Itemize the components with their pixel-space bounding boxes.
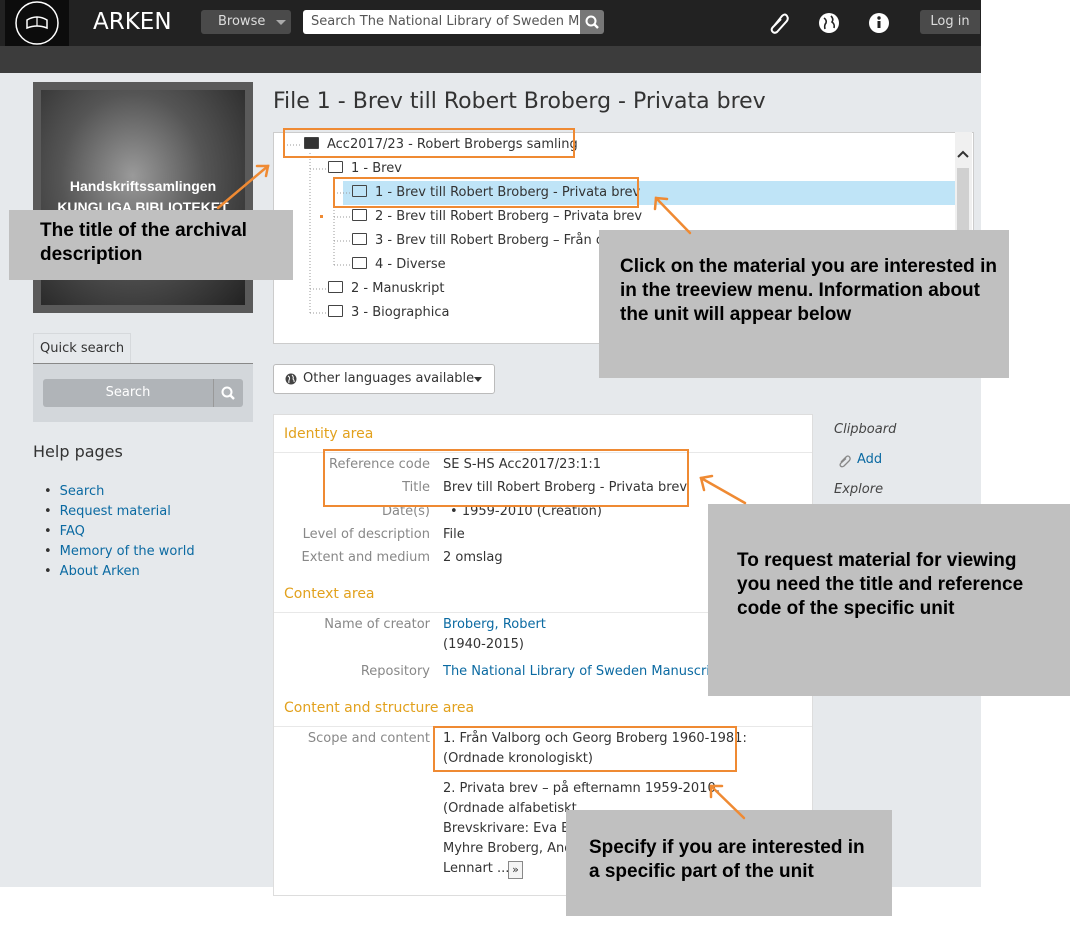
kb-logo-icon[interactable] — [5, 0, 69, 46]
highlight-box-selected — [333, 177, 639, 208]
folder-icon — [352, 257, 367, 269]
help-link-about[interactable]: About Arken — [60, 564, 140, 579]
page-title: File 1 - Brev till Robert Broberg - Priv… — [273, 89, 766, 114]
tree-item-manuskript[interactable]: 2 - Manuskript — [328, 278, 445, 300]
portrait-title-1: Handskriftssamlingen — [69, 178, 217, 194]
highlight-box-scope — [433, 726, 737, 772]
repository-label: Repository — [360, 664, 430, 679]
login-button[interactable]: Log in — [920, 10, 980, 34]
scope-line: (Ordnade alfabetiskt — [443, 801, 577, 816]
highlight-box-identity — [323, 449, 689, 507]
help-item: Search — [44, 482, 195, 502]
folder-icon — [352, 233, 367, 245]
extent-value: 2 omslag — [443, 550, 503, 565]
search-icon — [221, 386, 235, 400]
help-link-faq[interactable]: FAQ — [60, 524, 85, 539]
browse-button[interactable]: Browse — [201, 10, 291, 34]
creator-dates: (1940-2015) — [443, 637, 525, 652]
tree-item-label: 2 - Brev till Robert Broberg – Privata b… — [375, 209, 643, 224]
clipboard-heading: Clipboard — [834, 422, 897, 437]
tree-item-label: 3 - Biographica — [351, 305, 450, 320]
tree-item-biographica[interactable]: 3 - Biographica — [328, 302, 450, 324]
help-item: Request material — [44, 502, 195, 522]
quick-search-input[interactable]: Search — [43, 379, 213, 407]
brand-name[interactable]: ARKEN — [93, 9, 172, 35]
scope-line: Myhre Broberg, And — [443, 841, 573, 856]
repository-link[interactable]: The National Library of Sweden Manuscrip… — [443, 664, 730, 679]
help-link-search[interactable]: Search — [60, 484, 105, 499]
other-languages-button[interactable]: Other languages available — [273, 364, 495, 394]
tree-item-label: 4 - Diverse — [375, 257, 446, 272]
annotation-request: To request material for viewing you need… — [708, 504, 1070, 696]
level-label: Level of description — [302, 527, 430, 542]
scope-line: 2. Privata brev – på efternamn 1959-2010… — [443, 781, 721, 796]
help-link-memory[interactable]: Memory of the world — [60, 544, 195, 559]
browse-label: Browse — [218, 14, 266, 29]
tree-item-label: 3 - Brev till Robert Broberg – Från orga — [375, 233, 626, 248]
scope-line: Brevskrivare: Eva Bo — [443, 821, 579, 836]
read-more-button[interactable]: » — [508, 861, 523, 879]
search-button[interactable] — [580, 10, 604, 34]
tree-item-label: 2 - Manuskript — [351, 281, 445, 296]
help-link-request[interactable]: Request material — [60, 504, 171, 519]
annotation-treeview: Click on the material you are interested… — [599, 230, 1009, 378]
chevron-down-icon — [474, 377, 482, 382]
folder-icon — [328, 281, 343, 293]
search-input[interactable]: Search The National Library of Sweden Ma… — [303, 10, 580, 34]
help-links: Search Request material FAQ Memory of th… — [44, 482, 195, 582]
explore-heading: Explore — [834, 482, 884, 497]
tree-item-file-4[interactable]: 4 - Diverse — [352, 254, 446, 276]
creator-label: Name of creator — [324, 617, 430, 632]
annotation-title: The title of the archival description — [9, 210, 293, 280]
highlight-box-title — [283, 128, 575, 158]
help-item: Memory of the world — [44, 542, 195, 562]
search-icon — [585, 15, 599, 29]
clipboard-add-link[interactable]: Add — [857, 452, 882, 467]
scope-label: Scope and content — [307, 731, 430, 746]
quick-search-button[interactable] — [213, 379, 243, 407]
other-languages-label: Other languages available — [303, 371, 475, 386]
context-area-heading[interactable]: Context area — [284, 586, 375, 602]
tree-item-file-2[interactable]: 2 - Brev till Robert Broberg – Privata b… — [352, 206, 642, 228]
content-area-heading[interactable]: Content and structure area — [284, 700, 474, 716]
identity-area-heading[interactable]: Identity area — [284, 426, 373, 442]
chevron-down-icon — [276, 20, 286, 25]
quick-search-tab[interactable]: Quick search — [33, 333, 131, 364]
level-value: File — [443, 527, 465, 542]
help-item: FAQ — [44, 522, 195, 542]
chevron-up-icon[interactable] — [956, 148, 970, 160]
help-pages-title: Help pages — [33, 442, 123, 461]
extent-label: Extent and medium — [301, 550, 431, 565]
folder-icon — [352, 209, 367, 221]
folder-icon — [328, 161, 343, 173]
globe-icon — [285, 373, 297, 385]
folder-icon — [328, 305, 343, 317]
search-placeholder: Search The National Library of Sweden Ma… — [311, 14, 580, 29]
tree-item-file-3[interactable]: 3 - Brev till Robert Broberg – Från orga — [352, 230, 625, 252]
globe-icon[interactable] — [816, 10, 842, 36]
clipboard-icon[interactable] — [766, 10, 792, 36]
help-item: About Arken — [44, 562, 195, 582]
creator-link[interactable]: Broberg, Robert — [443, 617, 546, 632]
annotation-specify: Specify if you are interested in a speci… — [566, 810, 892, 916]
tree-item-label: 1 - Brev — [351, 161, 402, 176]
sub-navbar — [0, 46, 981, 73]
paperclip-icon — [839, 455, 851, 468]
info-icon[interactable] — [866, 10, 892, 36]
scope-line: Lennart ... — [443, 861, 510, 876]
